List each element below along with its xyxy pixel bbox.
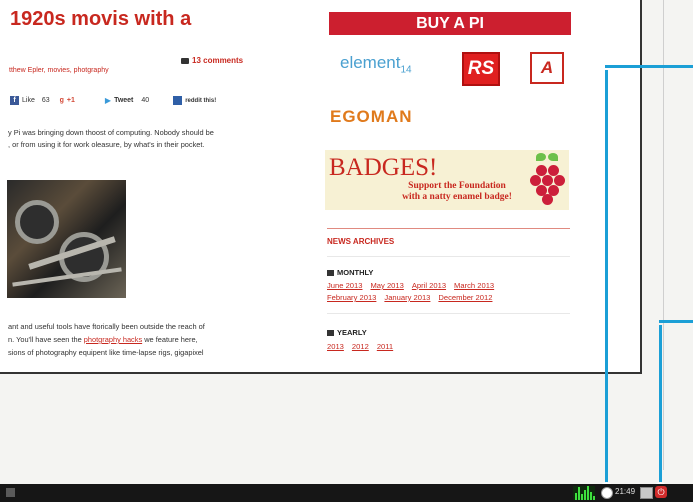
badges-promo[interactable]: BADGES! Support the Foundation with a na… bbox=[325, 150, 569, 210]
network-icon[interactable] bbox=[601, 487, 613, 499]
element14-logo[interactable]: element14 bbox=[340, 53, 412, 75]
archive-link-april-2013[interactable]: April 2013 bbox=[412, 281, 446, 290]
reddit-button[interactable]: reddit this! bbox=[173, 96, 216, 105]
body-line-3: sions of photography equipent like time-… bbox=[8, 348, 204, 357]
intro-line-1: y Pi was bringing down thoost of computi… bbox=[8, 128, 214, 137]
badges-line-2: with a natty enamel badge! bbox=[402, 192, 512, 202]
calendar-icon bbox=[327, 329, 334, 336]
menu-icon[interactable] bbox=[6, 488, 15, 497]
like-count: 63 bbox=[41, 97, 50, 104]
gplus-button[interactable]: g +1 bbox=[60, 97, 75, 104]
rs-logo[interactable]: RS bbox=[462, 52, 500, 86]
body-line-1: ant and useful tools have ftorically bee… bbox=[8, 322, 205, 331]
cpu-bar bbox=[578, 487, 580, 500]
calendar-icon bbox=[327, 269, 334, 276]
comment-bubble-icon bbox=[181, 57, 189, 64]
divider bbox=[327, 313, 570, 314]
cpu-bar bbox=[590, 492, 592, 500]
monthly-links-row-1: June 2013 May 2013 April 2013 March 2013 bbox=[327, 281, 494, 290]
share-row: f Like 63 g +1 ▶ Tweet 40 reddit this! bbox=[10, 96, 216, 105]
film-reel bbox=[15, 200, 59, 244]
badges-title: BADGES! bbox=[329, 154, 438, 181]
body-line-2-post: we feature here, bbox=[142, 335, 198, 344]
archive-link-2013[interactable]: 2013 bbox=[327, 342, 344, 351]
taskbar-clock[interactable]: 21:49 bbox=[615, 487, 635, 496]
facebook-icon: f bbox=[10, 96, 19, 105]
cpu-bar bbox=[575, 493, 577, 500]
cpu-bar bbox=[593, 496, 595, 500]
archive-link-february-2013[interactable]: February 2013 bbox=[327, 293, 376, 302]
archive-link-may-2013[interactable]: May 2013 bbox=[370, 281, 403, 290]
reddit-icon bbox=[173, 96, 183, 105]
archive-link-march-2013[interactable]: March 2013 bbox=[454, 281, 494, 290]
body-line-2: n. You'll have seen the photgraphy hacks… bbox=[8, 334, 198, 346]
yearly-links-row: 2013 2012 2011 bbox=[327, 342, 393, 351]
drupe bbox=[554, 175, 565, 186]
post-title[interactable]: 1920s movis with a bbox=[10, 8, 191, 31]
page-edge-line bbox=[663, 0, 664, 470]
cpu-bar bbox=[581, 494, 583, 500]
gplus-label: +1 bbox=[66, 97, 75, 104]
drupe bbox=[542, 194, 553, 205]
gplus-icon: g bbox=[59, 97, 64, 104]
yearly-label: YEARLY bbox=[337, 328, 367, 337]
callout-line-shutdown bbox=[659, 325, 662, 488]
buy-a-pi-banner[interactable]: BUY A PI bbox=[329, 12, 571, 35]
leaf bbox=[536, 153, 546, 161]
archive-link-january-2013[interactable]: January 2013 bbox=[384, 293, 430, 302]
comments-link[interactable]: 13 comments bbox=[181, 56, 243, 65]
cpu-bar bbox=[584, 490, 586, 500]
monthly-label: MONTHLY bbox=[337, 268, 374, 277]
comments-count: 13 comments bbox=[192, 56, 244, 65]
allied-logo[interactable]: A bbox=[530, 52, 564, 84]
cpu-bar bbox=[587, 486, 589, 500]
reddit-label: reddit this! bbox=[185, 97, 217, 104]
article-photo-projector bbox=[7, 180, 126, 298]
intro-line-2: , or from using it for work oleasure, by… bbox=[8, 140, 205, 149]
callout-line-cpu bbox=[605, 70, 608, 488]
archive-link-december-2012[interactable]: December 2012 bbox=[438, 293, 492, 302]
yearly-heading: YEARLY bbox=[327, 328, 367, 337]
shutdown-icon[interactable]: ⏻ bbox=[655, 486, 667, 498]
like-label: Like bbox=[22, 97, 35, 104]
photography-hacks-link[interactable]: photgraphy hacks bbox=[84, 335, 142, 344]
browser-page: 1920s movis with a 13 comments tthew Epl… bbox=[0, 0, 642, 374]
archive-link-2011[interactable]: 2011 bbox=[377, 342, 393, 351]
facebook-like[interactable]: f Like 63 bbox=[10, 96, 50, 105]
monthly-heading: MONTHLY bbox=[327, 268, 373, 277]
divider bbox=[327, 228, 570, 229]
monthly-links-row-2: February 2013 January 2013 December 2012 bbox=[327, 293, 492, 302]
leaf bbox=[548, 153, 558, 161]
article-column: 1920s movis with a 13 comments tthew Epl… bbox=[0, 0, 300, 372]
raspberry-leaves bbox=[536, 153, 560, 163]
tweet-label: Tweet bbox=[114, 97, 134, 104]
screen-icon[interactable] bbox=[640, 487, 653, 499]
news-archives-heading: NEWS ARCHIVES bbox=[327, 237, 395, 246]
taskbar: 21:49 ⏻ bbox=[0, 484, 693, 502]
post-meta[interactable]: tthew Epler, movies, photgraphy bbox=[9, 67, 109, 74]
callout-line-shutdown-top bbox=[659, 320, 693, 323]
badges-line-1: Support the Foundation bbox=[408, 181, 506, 191]
callout-line-cpu-top bbox=[605, 65, 693, 68]
twitter-bird-icon: ▶ bbox=[104, 96, 112, 105]
divider bbox=[327, 256, 570, 257]
raspberry-pi-icon bbox=[528, 153, 568, 207]
tweet-button[interactable]: ▶ Tweet 40 bbox=[105, 96, 149, 105]
egoman-logo[interactable]: EGOMAN bbox=[330, 107, 413, 127]
tweet-count: 40 bbox=[141, 97, 150, 104]
element14-text: element bbox=[340, 53, 401, 72]
sidebar: BUY A PI element14 RS A EGOMAN BADGES! S… bbox=[300, 0, 600, 372]
element14-sub: 14 bbox=[400, 64, 412, 76]
archive-link-june-2013[interactable]: June 2013 bbox=[327, 281, 362, 290]
body-line-2-pre: n. You'll have seen the bbox=[8, 335, 84, 344]
cpu-monitor-icon[interactable] bbox=[573, 486, 595, 500]
badges-subtitle: Support the Foundation with a natty enam… bbox=[387, 181, 527, 203]
archive-link-2012[interactable]: 2012 bbox=[352, 342, 369, 351]
